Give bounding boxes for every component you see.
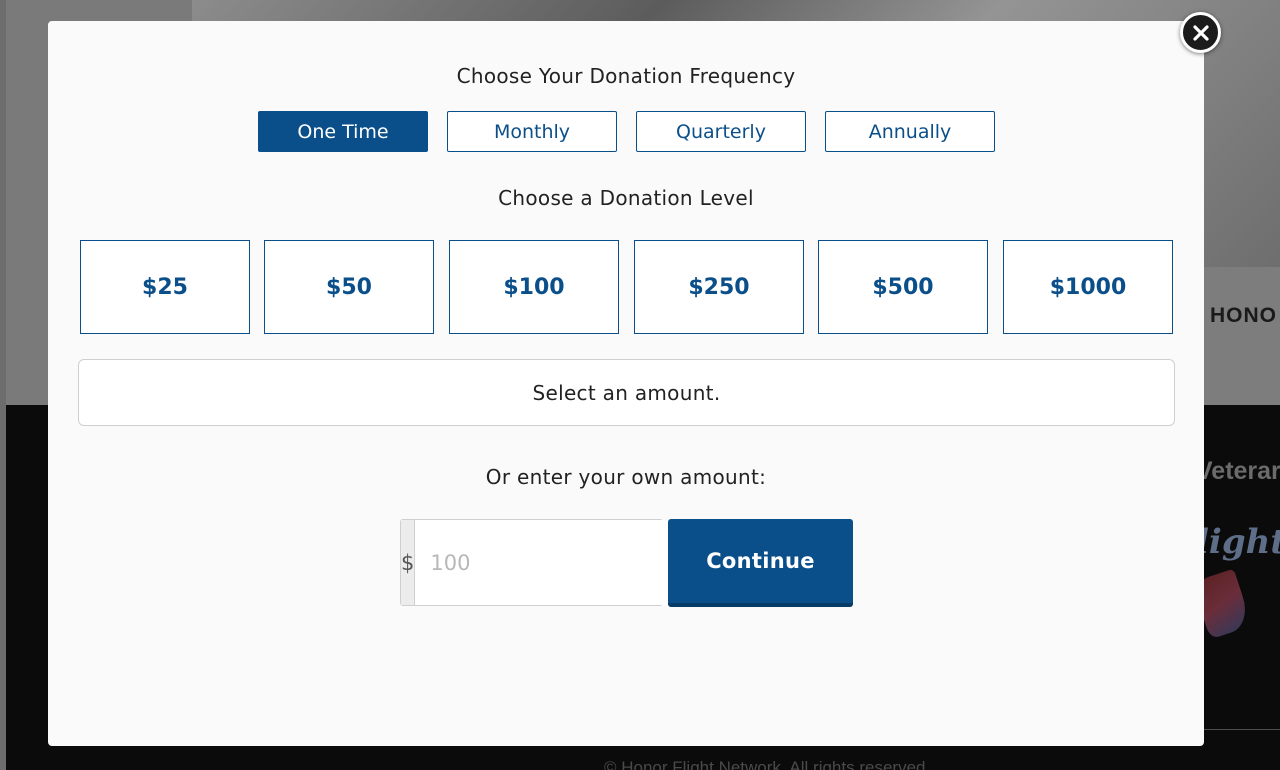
background-logo: light bbox=[1196, 522, 1280, 642]
level-50-label: $50 bbox=[326, 274, 372, 300]
level-500-label: $500 bbox=[872, 274, 934, 300]
frequency-quarterly-label: Quarterly bbox=[676, 120, 766, 143]
level-250-button[interactable]: $250 bbox=[634, 240, 804, 334]
close-button[interactable] bbox=[1180, 12, 1221, 53]
continue-label: Continue bbox=[706, 549, 815, 573]
background-logo-text: light bbox=[1196, 522, 1280, 562]
background-veteran-text: Veterar bbox=[1196, 457, 1280, 485]
custom-amount-group: $ bbox=[400, 519, 699, 606]
custom-amount-input[interactable] bbox=[415, 520, 699, 605]
status-message: Select an amount. bbox=[532, 380, 721, 405]
level-25-label: $25 bbox=[142, 274, 188, 300]
frequency-one-time-label: One Time bbox=[297, 120, 389, 143]
frequency-quarterly-button[interactable]: Quarterly bbox=[636, 111, 806, 152]
level-title: Choose a Donation Level bbox=[498, 186, 754, 210]
selected-amount-display: Select an amount. bbox=[78, 359, 1175, 426]
frequency-title: Choose Your Donation Frequency bbox=[456, 64, 796, 88]
level-1000-button[interactable]: $1000 bbox=[1003, 240, 1173, 334]
level-50-button[interactable]: $50 bbox=[264, 240, 434, 334]
background-copyright: © Honor Flight Network. All rights reser… bbox=[604, 758, 926, 770]
level-100-button[interactable]: $100 bbox=[449, 240, 619, 334]
continue-button[interactable]: Continue bbox=[668, 519, 853, 607]
level-1000-label: $1000 bbox=[1049, 274, 1127, 300]
background-honor-text: HONO bbox=[1210, 304, 1277, 327]
background-divider bbox=[1204, 729, 1280, 730]
level-100-label: $100 bbox=[503, 274, 565, 300]
frequency-annually-button[interactable]: Annually bbox=[825, 111, 995, 152]
custom-amount-title: Or enter your own amount: bbox=[485, 465, 767, 489]
close-x-icon bbox=[1192, 24, 1209, 41]
frequency-annually-label: Annually bbox=[868, 120, 952, 143]
level-25-button[interactable]: $25 bbox=[80, 240, 250, 334]
currency-addon: $ bbox=[401, 520, 416, 605]
background-logo-wing bbox=[1196, 568, 1253, 640]
currency-symbol: $ bbox=[401, 550, 415, 575]
donation-modal: Choose Your Donation Frequency One Time … bbox=[48, 21, 1204, 746]
frequency-monthly-label: Monthly bbox=[493, 120, 571, 143]
frequency-one-time-button[interactable]: One Time bbox=[258, 111, 428, 152]
level-250-label: $250 bbox=[688, 274, 750, 300]
frequency-monthly-button[interactable]: Monthly bbox=[447, 111, 617, 152]
level-500-button[interactable]: $500 bbox=[818, 240, 988, 334]
